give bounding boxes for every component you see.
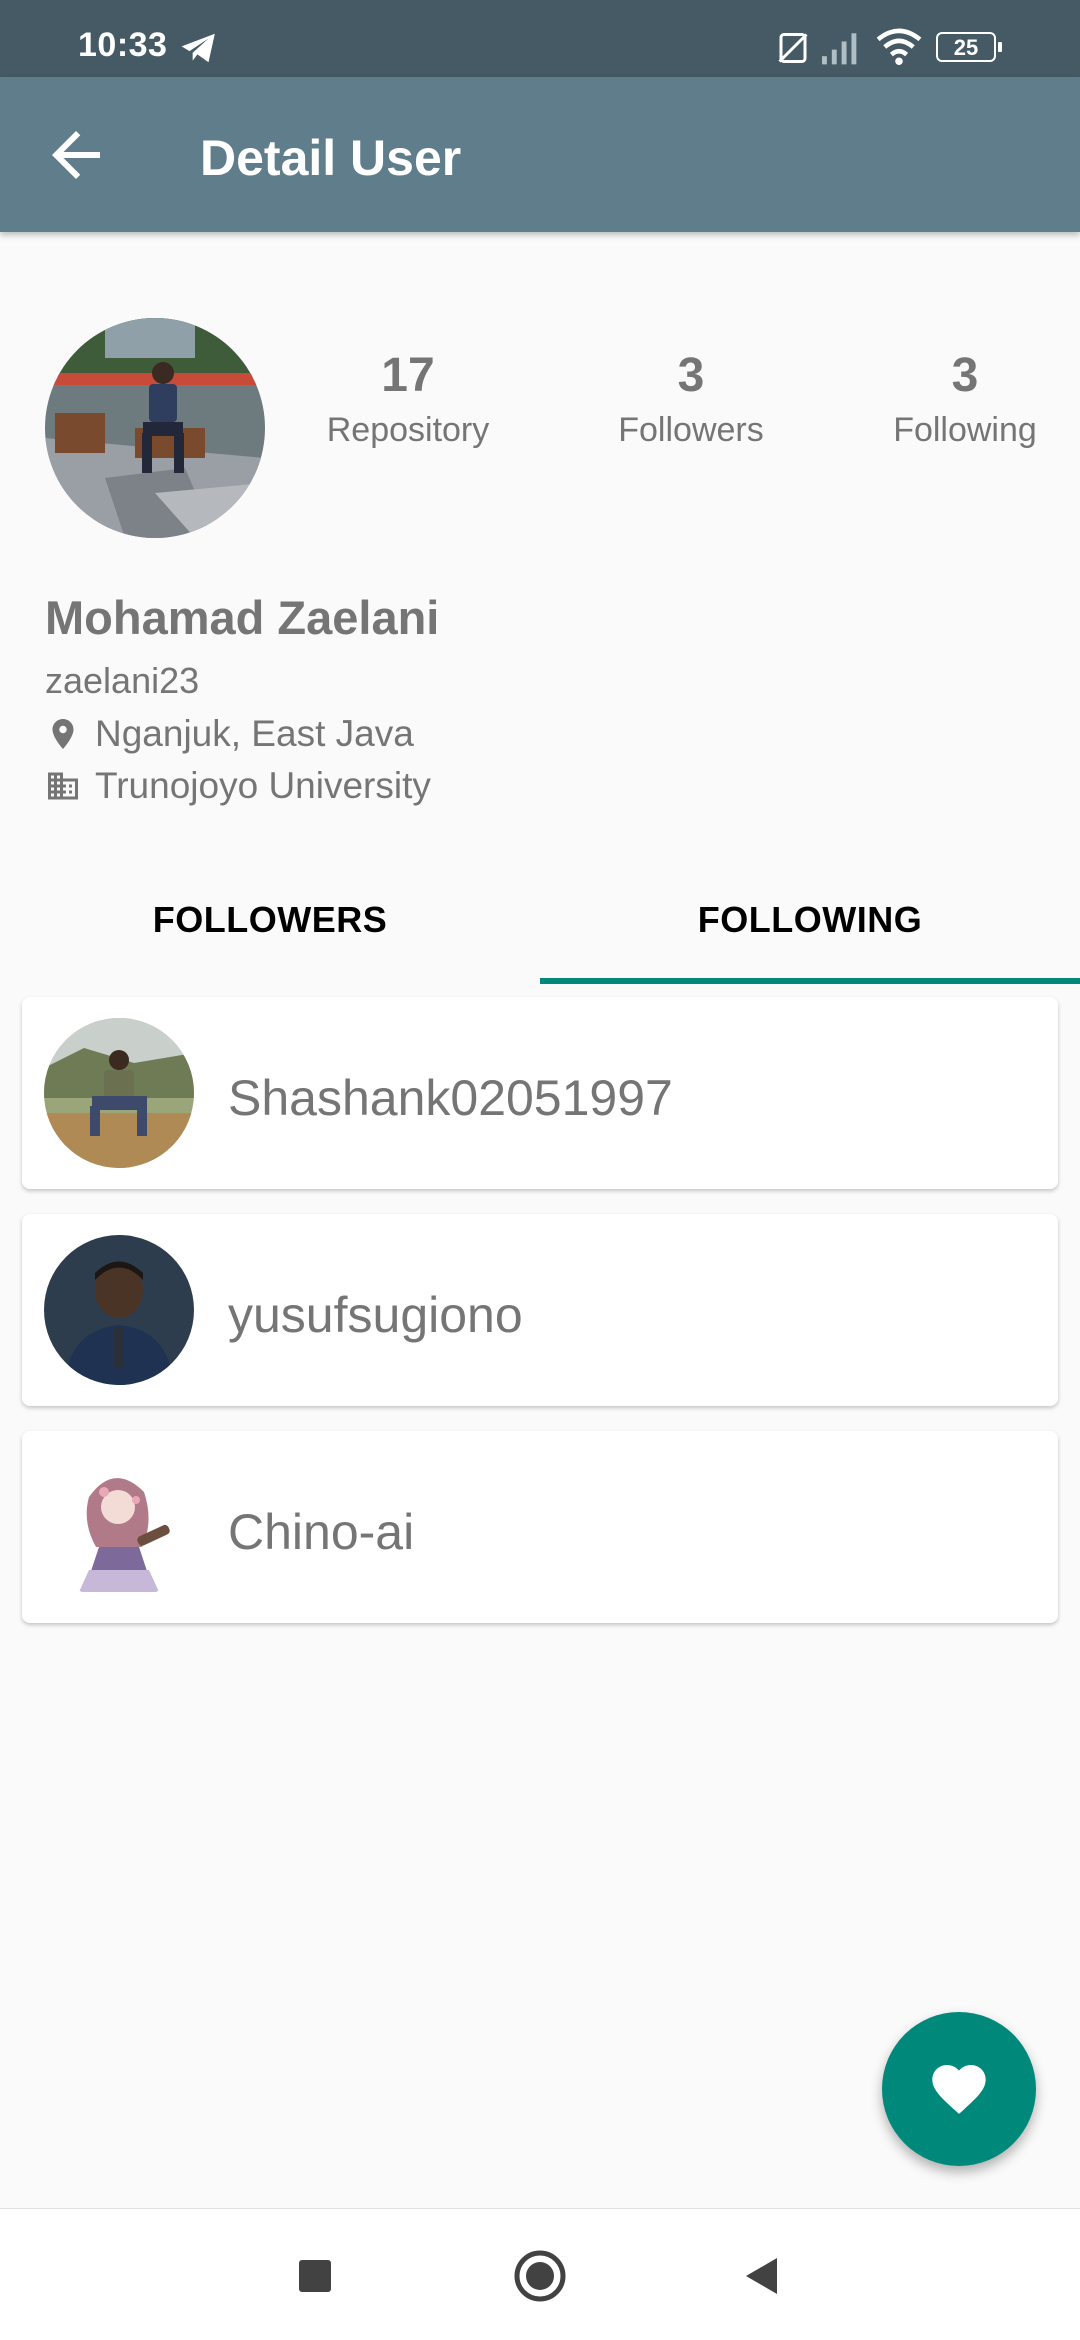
list-item[interactable]: Shashank02051997 (22, 997, 1058, 1189)
stat-followers: 3 Followers (581, 348, 801, 450)
list-item[interactable]: Chino-ai (22, 1431, 1058, 1623)
username: Chino-ai (228, 1504, 415, 1560)
user-location: Nganjuk, East Java (95, 713, 414, 754)
tab-bar: FOLLOWERS FOLLOWING (0, 870, 1080, 986)
avatar (44, 1018, 194, 1168)
signal-icon (822, 33, 857, 65)
location-row: Nganjuk, East Java (45, 712, 414, 756)
no-sim-icon (778, 33, 808, 63)
telegram-icon (181, 33, 215, 63)
company-row: Trunojoyo University (45, 764, 431, 808)
username: yusufsugiono (228, 1287, 523, 1343)
user-login: zaelani23 (45, 660, 200, 701)
username: Shashank02051997 (228, 1070, 673, 1126)
location-pin-icon (52, 719, 74, 749)
repository-count: 17 (381, 349, 435, 402)
followers-label: Followers (618, 411, 764, 449)
tab-indicator (540, 978, 1080, 984)
status-time: 10:33 (78, 26, 168, 64)
tab-following[interactable]: FOLLOWING (540, 870, 1080, 986)
avatar (44, 1452, 194, 1602)
back-icon[interactable] (727, 2241, 797, 2311)
list-item[interactable]: yusufsugiono (22, 1214, 1058, 1406)
battery-level: 25 (953, 35, 979, 60)
page-title: Detail User (200, 130, 462, 186)
stat-following: 3 Following (855, 348, 1075, 450)
arrow-back-icon (52, 131, 100, 179)
followers-count: 3 (677, 349, 705, 402)
system-nav-bar (0, 2208, 1080, 2340)
following-count: 3 (951, 349, 979, 402)
favorite-button[interactable] (882, 2012, 1036, 2166)
user-company: Trunojoyo University (95, 765, 431, 806)
repository-label: Repository (326, 411, 490, 449)
user-name: Mohamad Zaelani (45, 591, 440, 644)
status-bar: 10:33 25 (0, 0, 1080, 77)
following-label: Following (893, 411, 1037, 449)
home-icon[interactable] (505, 2241, 575, 2311)
user-avatar (45, 318, 265, 538)
business-icon (48, 772, 78, 800)
stat-repository: 17 Repository (298, 348, 518, 450)
heart-icon (932, 2065, 986, 2114)
recent-apps-icon[interactable] (280, 2241, 350, 2311)
avatar (44, 1235, 194, 1385)
battery-icon: 25 (936, 32, 1002, 64)
back-button[interactable] (40, 119, 112, 191)
app-bar: Detail User (0, 77, 1080, 232)
tab-followers[interactable]: FOLLOWERS (0, 870, 540, 986)
wifi-icon (876, 28, 922, 66)
